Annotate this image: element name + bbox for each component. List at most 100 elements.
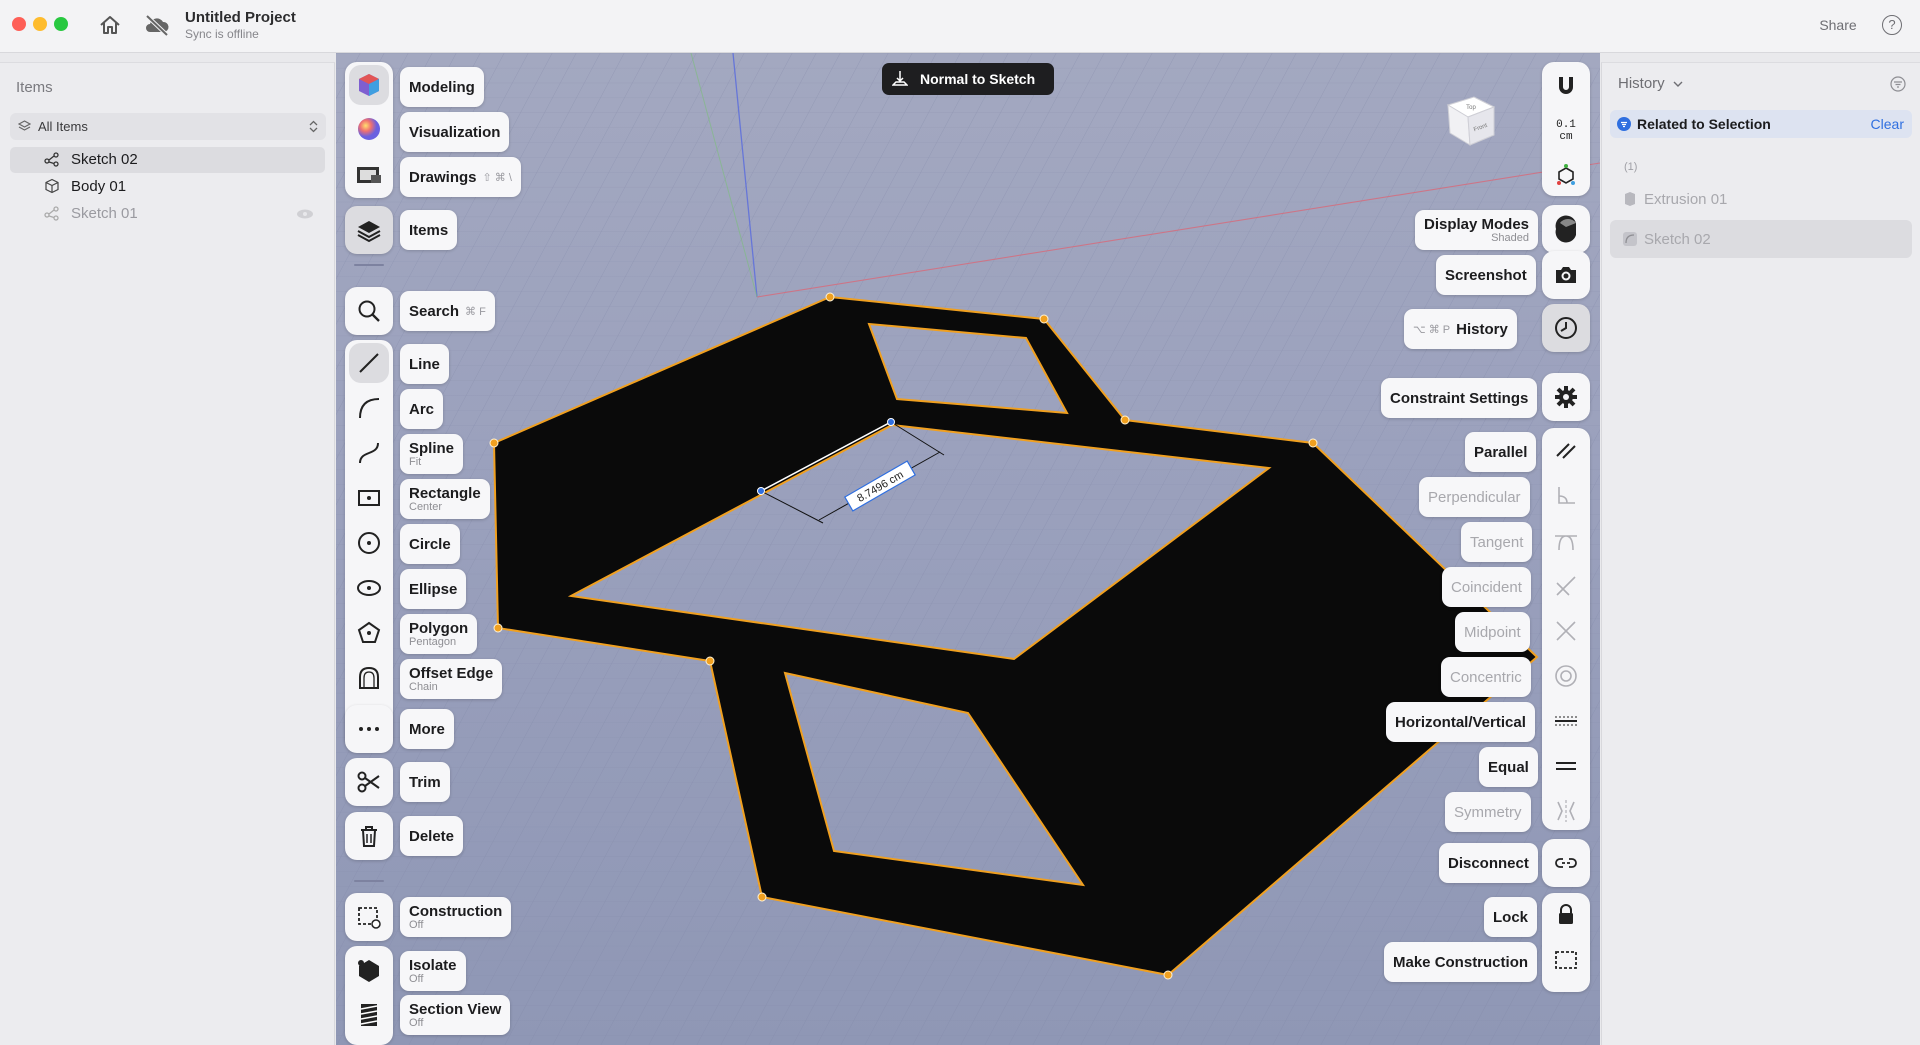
items-pill[interactable]: Items: [400, 210, 458, 250]
midpoint-constraint-button[interactable]: [1553, 618, 1579, 649]
coincident-constraint-button[interactable]: [1553, 573, 1579, 604]
filter-icon[interactable]: [1890, 76, 1906, 92]
visualization-pill[interactable]: Visualization: [400, 112, 510, 152]
close-window-button[interactable]: [12, 17, 26, 31]
construction-label: Construction: [409, 903, 503, 920]
history-button[interactable]: [1542, 304, 1590, 352]
concentric-constraint-button[interactable]: [1553, 663, 1579, 694]
perpendicular-constraint-button[interactable]: [1553, 483, 1579, 514]
viewport-canvas[interactable]: 8.7496 cm: [336, 53, 1600, 1045]
more-tools-button[interactable]: [345, 705, 393, 753]
project-title[interactable]: Untitled Project: [185, 9, 296, 26]
drawings-workspace-button[interactable]: [355, 163, 383, 192]
horizontal-vertical-pill[interactable]: Horizontal/Vertical: [1386, 702, 1535, 742]
history-item-sketch-02[interactable]: Sketch 02: [1610, 220, 1912, 258]
offset-edge-tool-button[interactable]: [356, 665, 382, 696]
ellipse-tool-button[interactable]: [356, 575, 382, 606]
search-pill[interactable]: Search ⌘ F: [400, 291, 495, 331]
screenshot-button[interactable]: [1542, 251, 1590, 299]
constraint-settings-pill[interactable]: Constraint Settings: [1381, 378, 1538, 418]
section-view-pill[interactable]: Section View Off: [400, 995, 511, 1035]
rectangle-tool-button[interactable]: [356, 485, 382, 516]
line-tool-button[interactable]: [349, 343, 389, 383]
spline-tool-button[interactable]: [356, 440, 382, 471]
tree-item-sketch-01[interactable]: Sketch 01: [10, 201, 325, 227]
symmetry-constraint-button[interactable]: [1553, 798, 1579, 829]
normal-to-sketch-button[interactable]: Normal to Sketch: [882, 63, 1054, 95]
drawings-pill[interactable]: Drawings ⇧ ⌘ \: [400, 157, 521, 197]
visualization-workspace-button[interactable]: [356, 116, 382, 147]
delete-button[interactable]: [345, 812, 393, 860]
constraint-settings-button[interactable]: [1542, 373, 1590, 421]
ellipse-pill[interactable]: Ellipse: [400, 569, 467, 609]
minimize-window-button[interactable]: [33, 17, 47, 31]
horizontal-vertical-constraint-button[interactable]: [1553, 708, 1579, 739]
modeling-pill[interactable]: Modeling: [400, 67, 484, 107]
grid-units-button[interactable]: 0.1 cm: [1548, 119, 1584, 143]
history-pill[interactable]: ⌥ ⌘ P History: [1404, 309, 1517, 349]
make-construction-button[interactable]: [1553, 947, 1579, 978]
circle-label: Circle: [409, 535, 451, 553]
ellipse-icon: [357, 580, 381, 596]
equal-pill[interactable]: Equal: [1479, 747, 1538, 787]
equal-constraint-button[interactable]: [1553, 753, 1579, 784]
disconnect-pill[interactable]: Disconnect: [1439, 843, 1538, 883]
disconnect-button[interactable]: [1542, 839, 1590, 887]
tangent-constraint-button[interactable]: [1553, 528, 1579, 559]
screenshot-pill[interactable]: Screenshot: [1436, 255, 1536, 295]
tree-item-body-01[interactable]: Body 01: [10, 174, 325, 200]
clear-button[interactable]: Clear: [1871, 116, 1904, 132]
parallel-pill[interactable]: Parallel: [1465, 432, 1537, 472]
home-icon[interactable]: [97, 12, 123, 38]
lock-button[interactable]: [1553, 902, 1579, 933]
circle-pill[interactable]: Circle: [400, 524, 460, 564]
tree-item-sketch-02[interactable]: Sketch 02: [10, 147, 325, 173]
more-pill[interactable]: More: [400, 709, 454, 749]
make-construction-pill[interactable]: Make Construction: [1384, 942, 1538, 982]
3d-viewport[interactable]: 8.7496 cm Top Front: [336, 53, 1600, 1045]
snap-button[interactable]: [1553, 73, 1579, 104]
coincident-pill[interactable]: Coincident: [1442, 567, 1531, 607]
section-view-button[interactable]: [355, 1001, 383, 1034]
midpoint-pill[interactable]: Midpoint: [1455, 612, 1530, 652]
arc-tool-button[interactable]: [356, 395, 382, 426]
delete-pill[interactable]: Delete: [400, 816, 464, 856]
items-button[interactable]: [345, 206, 393, 254]
history-item-extrusion-01[interactable]: Extrusion 01: [1610, 180, 1912, 218]
arc-pill[interactable]: Arc: [400, 389, 444, 429]
concentric-pill[interactable]: Concentric: [1441, 657, 1531, 697]
share-button[interactable]: Share: [1808, 12, 1868, 38]
spline-pill[interactable]: Spline Fit: [400, 434, 464, 474]
parallel-constraint-button[interactable]: [1553, 438, 1579, 469]
construction-button[interactable]: [345, 893, 393, 941]
axis-button[interactable]: [1553, 162, 1579, 193]
history-panel-title[interactable]: History: [1618, 75, 1683, 92]
rectangle-pill[interactable]: Rectangle Center: [400, 479, 490, 519]
line-pill[interactable]: Line: [400, 344, 449, 384]
display-modes-pill[interactable]: Display Modes Shaded: [1415, 210, 1539, 250]
symmetry-pill[interactable]: Symmetry: [1445, 792, 1531, 832]
lock-pill[interactable]: Lock: [1484, 897, 1538, 937]
isolate-pill[interactable]: Isolate Off: [400, 951, 466, 991]
modeling-workspace-button[interactable]: [349, 65, 389, 105]
eye-hidden-icon[interactable]: [296, 208, 314, 220]
all-items-filter[interactable]: All Items: [10, 113, 326, 140]
circle-tool-button[interactable]: [356, 530, 382, 561]
perpendicular-pill[interactable]: Perpendicular: [1419, 477, 1530, 517]
view-cube[interactable]: Top Front: [1438, 89, 1502, 153]
polygon-pill[interactable]: Polygon Pentagon: [400, 614, 478, 654]
zoom-window-button[interactable]: [54, 17, 68, 31]
offset-edge-pill[interactable]: Offset Edge Chain: [400, 659, 503, 699]
help-button[interactable]: ?: [1882, 15, 1902, 35]
construction-pill[interactable]: Construction Off: [400, 897, 512, 937]
tangent-pill[interactable]: Tangent: [1461, 522, 1533, 562]
display-modes-button[interactable]: [1542, 205, 1590, 253]
search-button[interactable]: [345, 287, 393, 335]
lock-label: Lock: [1493, 908, 1529, 926]
trim-button[interactable]: [345, 758, 393, 806]
isolate-button[interactable]: [355, 957, 383, 990]
related-to-selection-bar[interactable]: Related to Selection Clear: [1610, 110, 1912, 138]
camera-icon: [1556, 267, 1576, 283]
trim-pill[interactable]: Trim: [400, 762, 450, 802]
polygon-tool-button[interactable]: [356, 620, 382, 651]
